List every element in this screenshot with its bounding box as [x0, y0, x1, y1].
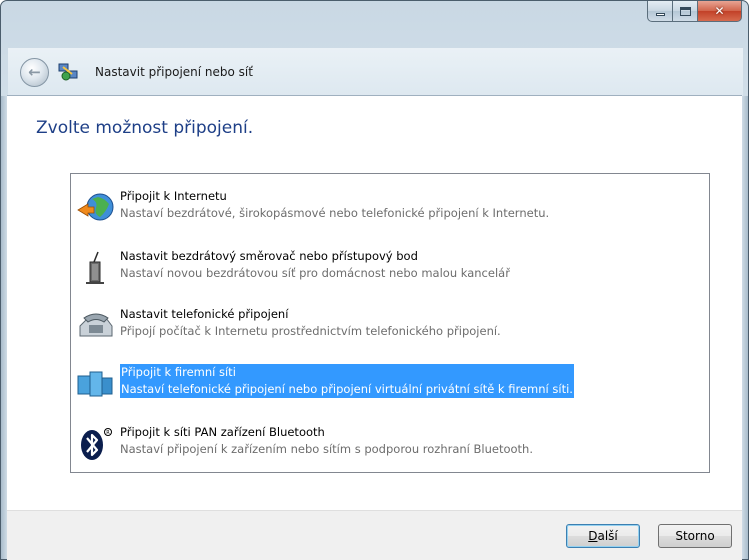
next-button-label: alší: [597, 529, 618, 543]
connection-options-list[interactable]: Připojit k Internetu Nastaví bezdrátové,…: [70, 173, 710, 473]
close-button[interactable]: ✕: [698, 1, 742, 22]
option-description: Nastaví připojení k zařízením nebo sítím…: [120, 442, 534, 456]
option-dialup[interactable]: Nastavit telefonické připojení Připojí p…: [76, 302, 708, 346]
cancel-button[interactable]: Storno: [658, 524, 732, 548]
maximize-icon: [679, 6, 691, 16]
minimize-button[interactable]: [647, 1, 673, 22]
phone-icon: [79, 313, 113, 337]
option-text: Připojit k Internetu Nastaví bezdrátové,…: [120, 188, 549, 222]
option-text: Nastavit bezdrátový směrovač nebo přístu…: [120, 248, 510, 282]
frame-right: [741, 96, 748, 559]
bluetooth-icon: R: [81, 428, 112, 460]
next-button-accesskey: D: [588, 529, 598, 543]
option-wireless-router[interactable]: Nastavit bezdrátový směrovač nebo přístu…: [76, 244, 708, 288]
network-center-icon: [58, 63, 78, 81]
option-description: Nastaví telefonické připojení nebo připo…: [121, 382, 573, 396]
cancel-button-label: Storno: [675, 529, 715, 543]
globe-network-icon: [77, 193, 114, 221]
minimize-icon: [655, 12, 665, 16]
caption-buttons: ✕: [647, 1, 742, 22]
option-workplace[interactable]: Připojit k firemní síti Nastaví telefoni…: [76, 360, 708, 404]
workplace-network-icon: [77, 371, 113, 397]
option-title: Připojit k Internetu: [120, 189, 227, 203]
window-title: Nastavit připojení nebo síť: [95, 65, 253, 79]
back-button[interactable]: ←: [20, 57, 49, 87]
router-icon: [86, 251, 104, 284]
option-title: Nastavit bezdrátový směrovač nebo přístu…: [120, 249, 418, 263]
wizard-navbar: ← Nastavit připojení nebo síť: [8, 48, 743, 96]
option-description: Nastaví novou bezdrátovou síť pro domácn…: [120, 266, 510, 280]
svg-text:R: R: [106, 430, 110, 436]
option-text: Nastavit telefonické připojení Připojí p…: [120, 306, 501, 340]
option-internet[interactable]: Připojit k Internetu Nastaví bezdrátové,…: [76, 184, 708, 228]
page-heading: Zvolte možnost připojení.: [36, 118, 254, 138]
back-arrow-icon: ←: [28, 63, 41, 81]
option-description: Nastaví bezdrátové, širokopásmové nebo t…: [120, 206, 550, 220]
option-title: Připojit k firemní síti: [121, 365, 236, 379]
option-title: Nastavit telefonické připojení: [120, 307, 289, 321]
close-icon: ✕: [714, 4, 725, 18]
option-bluetooth[interactable]: R Připojit k síti PAN zařízení Bluetooth…: [76, 420, 708, 464]
next-button[interactable]: Další: [566, 524, 640, 548]
maximize-button[interactable]: [673, 1, 698, 22]
option-text: Připojit k síti PAN zařízení Bluetooth N…: [120, 424, 533, 458]
option-title: Připojit k síti PAN zařízení Bluetooth: [120, 425, 325, 439]
option-text: Připojit k firemní síti Nastaví telefoni…: [120, 364, 574, 398]
option-description: Připojí počítač k Internetu prostřednict…: [120, 324, 501, 338]
